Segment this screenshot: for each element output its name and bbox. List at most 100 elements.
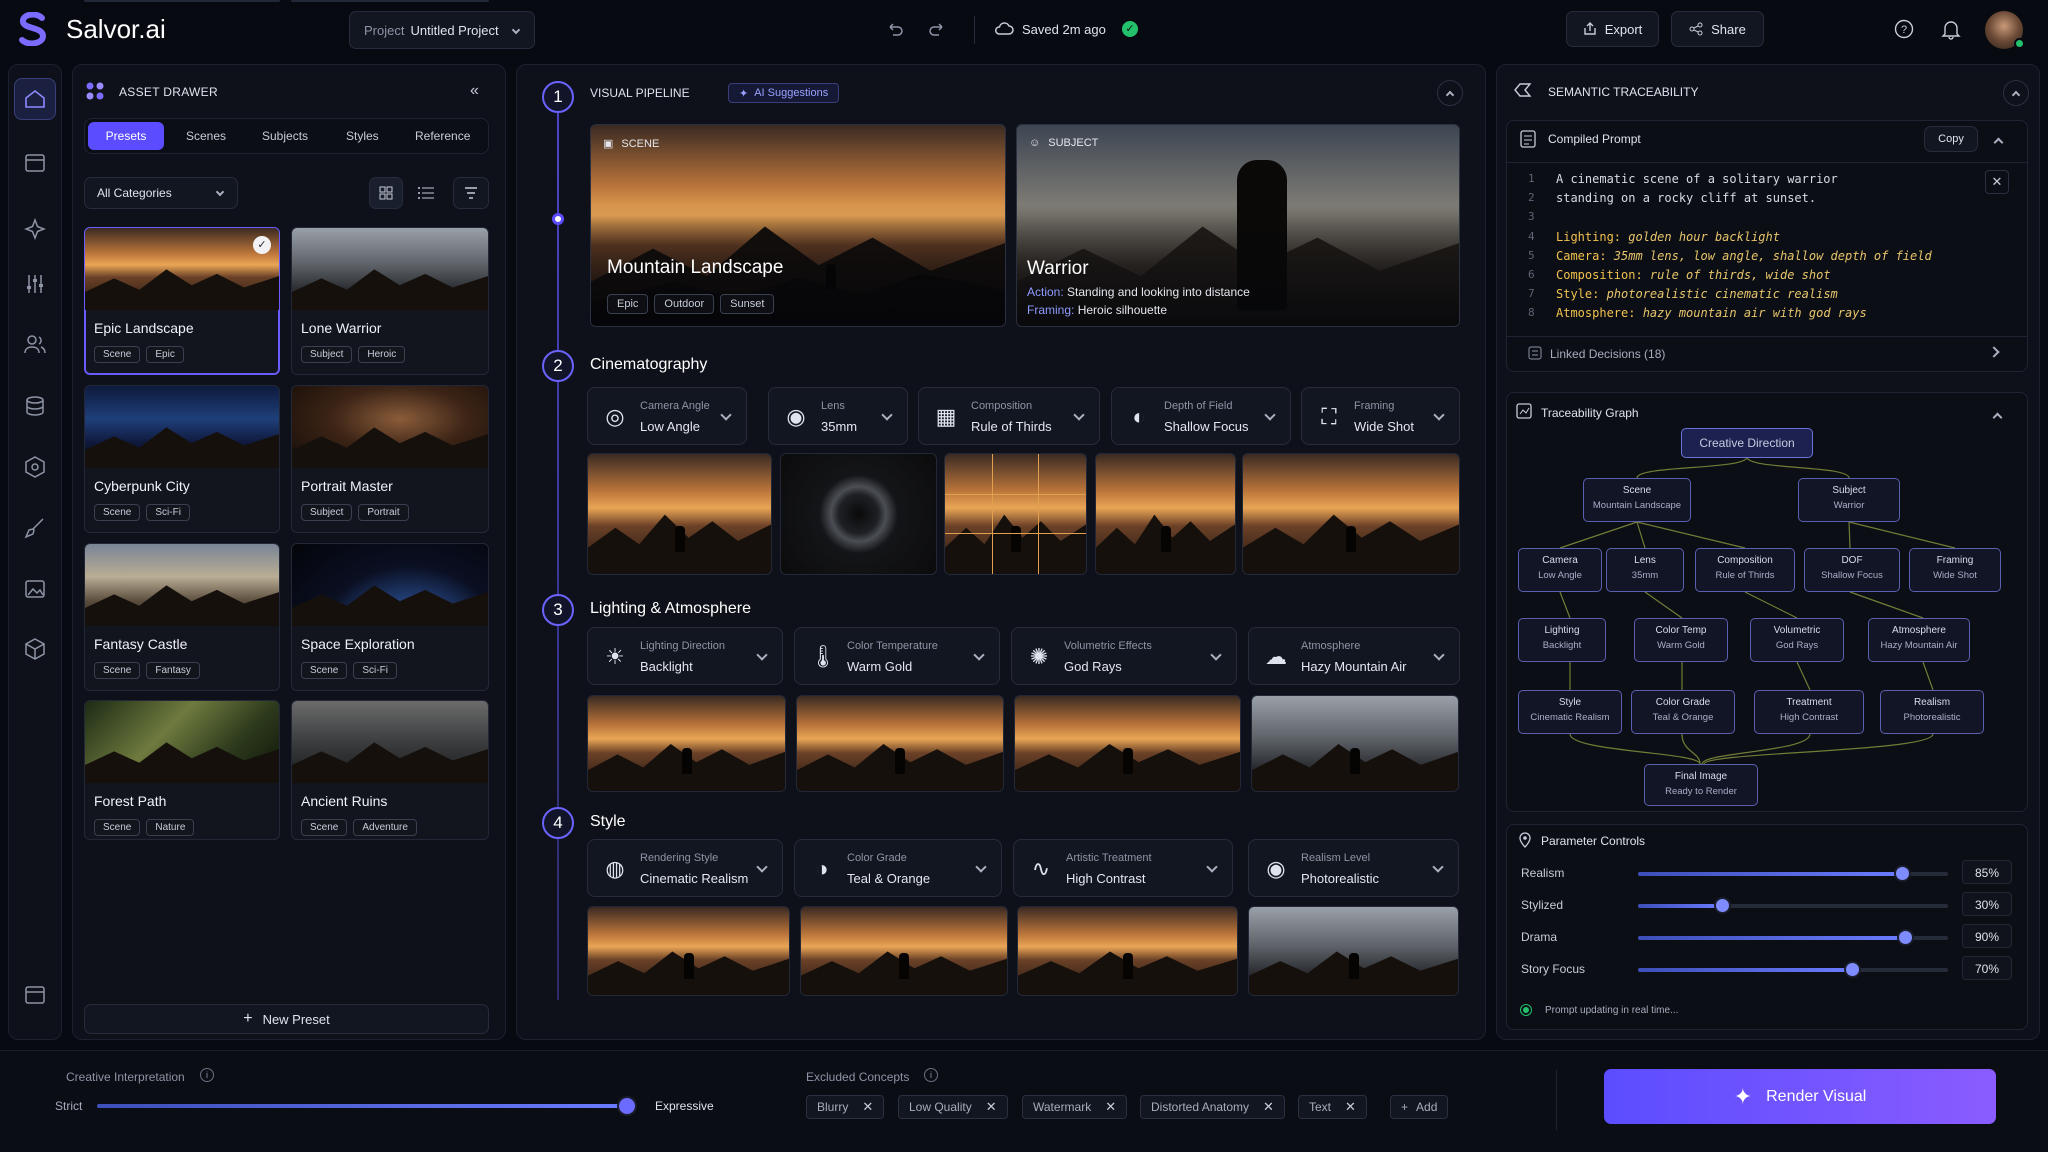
graph-node-title: Scene <box>1622 485 1652 496</box>
graph-node-treat[interactable]: Treatment High Contrast <box>1754 690 1864 734</box>
render-button[interactable]: ✦ Render Visual <box>1604 1069 1996 1124</box>
graph-node-scene[interactable]: Scene Mountain Landscape <box>1583 478 1691 522</box>
param-fill <box>1638 968 1852 972</box>
parameter-controls-box <box>1506 824 2028 1030</box>
graph-node-real[interactable]: Realism Photorealistic <box>1880 690 1984 734</box>
param-fill <box>1638 936 1905 940</box>
expressive-label: Expressive <box>655 1099 714 1113</box>
excluded-chip-label: Low Quality <box>909 1100 972 1114</box>
remove-chip-icon[interactable]: ✕ <box>1263 1099 1274 1115</box>
param-fill <box>1638 904 1722 908</box>
footer-divider <box>1556 1070 1557 1130</box>
graph-node-value: Mountain Landscape <box>1592 500 1682 511</box>
param-label: Drama <box>1521 930 1558 944</box>
remove-chip-icon[interactable]: ✕ <box>862 1099 873 1115</box>
excluded-chip: Blurry ✕ <box>806 1095 885 1119</box>
graph-node-framing[interactable]: Framing Wide Shot <box>1909 548 2001 592</box>
graph-node-root-label: Creative Direction <box>1699 436 1795 450</box>
graph-node-grade[interactable]: Color Grade Teal & Orange <box>1631 690 1735 734</box>
graph-node-title: Style <box>1558 697 1582 708</box>
graph-node-value: Warm Gold <box>1657 640 1705 651</box>
parameter-controls-title: Parameter Controls <box>1541 834 1646 848</box>
param-label: Story Focus <box>1521 962 1586 976</box>
excluded-chip-label: Text <box>1309 1100 1332 1114</box>
excluded-label: Excluded Concepts <box>806 1070 910 1084</box>
graph-node-value: Backlight <box>1542 640 1582 651</box>
excluded-chip: Text ✕ <box>1298 1095 1367 1119</box>
graph-node-vol[interactable]: Volumetric God Rays <box>1750 618 1844 662</box>
graph-node-title: Color Grade <box>1655 697 1711 708</box>
graph-node-style[interactable]: Style Cinematic Realism <box>1518 690 1622 734</box>
graph-node-value: Teal & Orange <box>1652 712 1714 723</box>
graph-node-title: Color Temp <box>1655 625 1707 636</box>
graph-node-value: Cinematic Realism <box>1530 712 1610 723</box>
excluded-chip-label: Distorted Anatomy <box>1151 1100 1250 1114</box>
interpretation-label: Creative Interpretation <box>66 1070 185 1084</box>
graph-node-title: Realism <box>1913 697 1951 708</box>
graph-node-title: Treatment <box>1786 697 1832 708</box>
graph-node-lighting[interactable]: Lighting Backlight <box>1518 618 1606 662</box>
graph-node-value: Shallow Focus <box>1821 570 1883 581</box>
remove-chip-icon[interactable]: ✕ <box>986 1099 997 1115</box>
interpretation-fill <box>97 1104 627 1108</box>
param-value: 70% <box>1974 962 2000 976</box>
plus-icon: + <box>1401 1100 1409 1114</box>
excluded-chip-label: Blurry <box>817 1100 849 1114</box>
pin-icon <box>1518 832 1532 848</box>
graph-node-title: Lens <box>1634 555 1656 566</box>
graph-node-title: Final Image <box>1674 771 1728 782</box>
interpretation-knob[interactable] <box>619 1098 635 1114</box>
graph-node-value: Warrior <box>1833 500 1865 511</box>
excluded-chip: Watermark ✕ <box>1022 1095 1128 1119</box>
add-excluded-button[interactable]: + Add <box>1390 1095 1449 1119</box>
graph-node-title: Lighting <box>1544 625 1580 636</box>
graph-node-title: Subject <box>1832 485 1866 496</box>
excluded-chip: Distorted Anatomy ✕ <box>1140 1095 1285 1119</box>
graph-node-title: Camera <box>1542 555 1578 566</box>
param-knob[interactable] <box>1895 867 1909 880</box>
graph-node-title: Volumetric <box>1773 625 1821 636</box>
graph-node-subject[interactable]: Subject Warrior <box>1798 478 1900 522</box>
param-slider[interactable] <box>1638 899 1948 912</box>
graph-node-value: Ready to Render <box>1665 786 1737 797</box>
param-slider[interactable] <box>1638 931 1948 944</box>
param-label: Realism <box>1521 866 1565 880</box>
graph-node-value: Photorealistic <box>1903 712 1961 723</box>
info-icon: i <box>200 1068 214 1082</box>
param-value: 90% <box>1974 930 2000 944</box>
graph-node-value: 35mm <box>1631 570 1659 581</box>
param-knob[interactable] <box>1845 963 1859 976</box>
graph-node-root[interactable]: Creative Direction <box>1681 428 1813 458</box>
graph-node-value: Hazy Mountain Air <box>1880 640 1958 651</box>
graph-node-title: DOF <box>1841 555 1863 566</box>
remove-chip-icon[interactable]: ✕ <box>1345 1099 1356 1115</box>
add-label: Add <box>1416 1100 1438 1114</box>
graph-node-atmo[interactable]: Atmosphere Hazy Mountain Air <box>1868 618 1970 662</box>
param-slider[interactable] <box>1638 867 1948 880</box>
strict-label: Strict <box>55 1099 83 1113</box>
render-label: Render Visual <box>1766 1087 1867 1105</box>
graph-node-title: Atmosphere <box>1892 625 1946 636</box>
excluded-chip-label: Watermark <box>1033 1100 1092 1114</box>
graph-node-camera[interactable]: Camera Low Angle <box>1518 548 1602 592</box>
param-label: Stylized <box>1521 898 1564 912</box>
graph-node-comp[interactable]: Composition Rule of Thirds <box>1695 548 1795 592</box>
graph-node-value: Wide Shot <box>1933 570 1977 581</box>
graph-node-dof[interactable]: DOF Shallow Focus <box>1804 548 1900 592</box>
remove-chip-icon[interactable]: ✕ <box>1105 1099 1116 1115</box>
param-value: 85% <box>1974 866 2000 880</box>
graph-node-value: God Rays <box>1775 640 1819 651</box>
graph-node-final[interactable]: Final Image Ready to Render <box>1644 764 1758 806</box>
param-knob[interactable] <box>1715 899 1729 912</box>
param-slider[interactable] <box>1638 963 1948 976</box>
info-icon: i <box>924 1068 938 1082</box>
interpretation-slider[interactable] <box>97 1098 635 1114</box>
param-knob[interactable] <box>1898 931 1912 944</box>
graph-node-value: High Contrast <box>1779 712 1839 723</box>
graph-node-title: Composition <box>1717 555 1773 566</box>
realtime-status-icon <box>1520 1004 1532 1016</box>
graph-node-title: Framing <box>1936 555 1974 566</box>
graph-node-lens[interactable]: Lens 35mm <box>1606 548 1684 592</box>
param-value: 30% <box>1974 898 2000 912</box>
graph-node-ctemp[interactable]: Color Temp Warm Gold <box>1634 618 1728 662</box>
